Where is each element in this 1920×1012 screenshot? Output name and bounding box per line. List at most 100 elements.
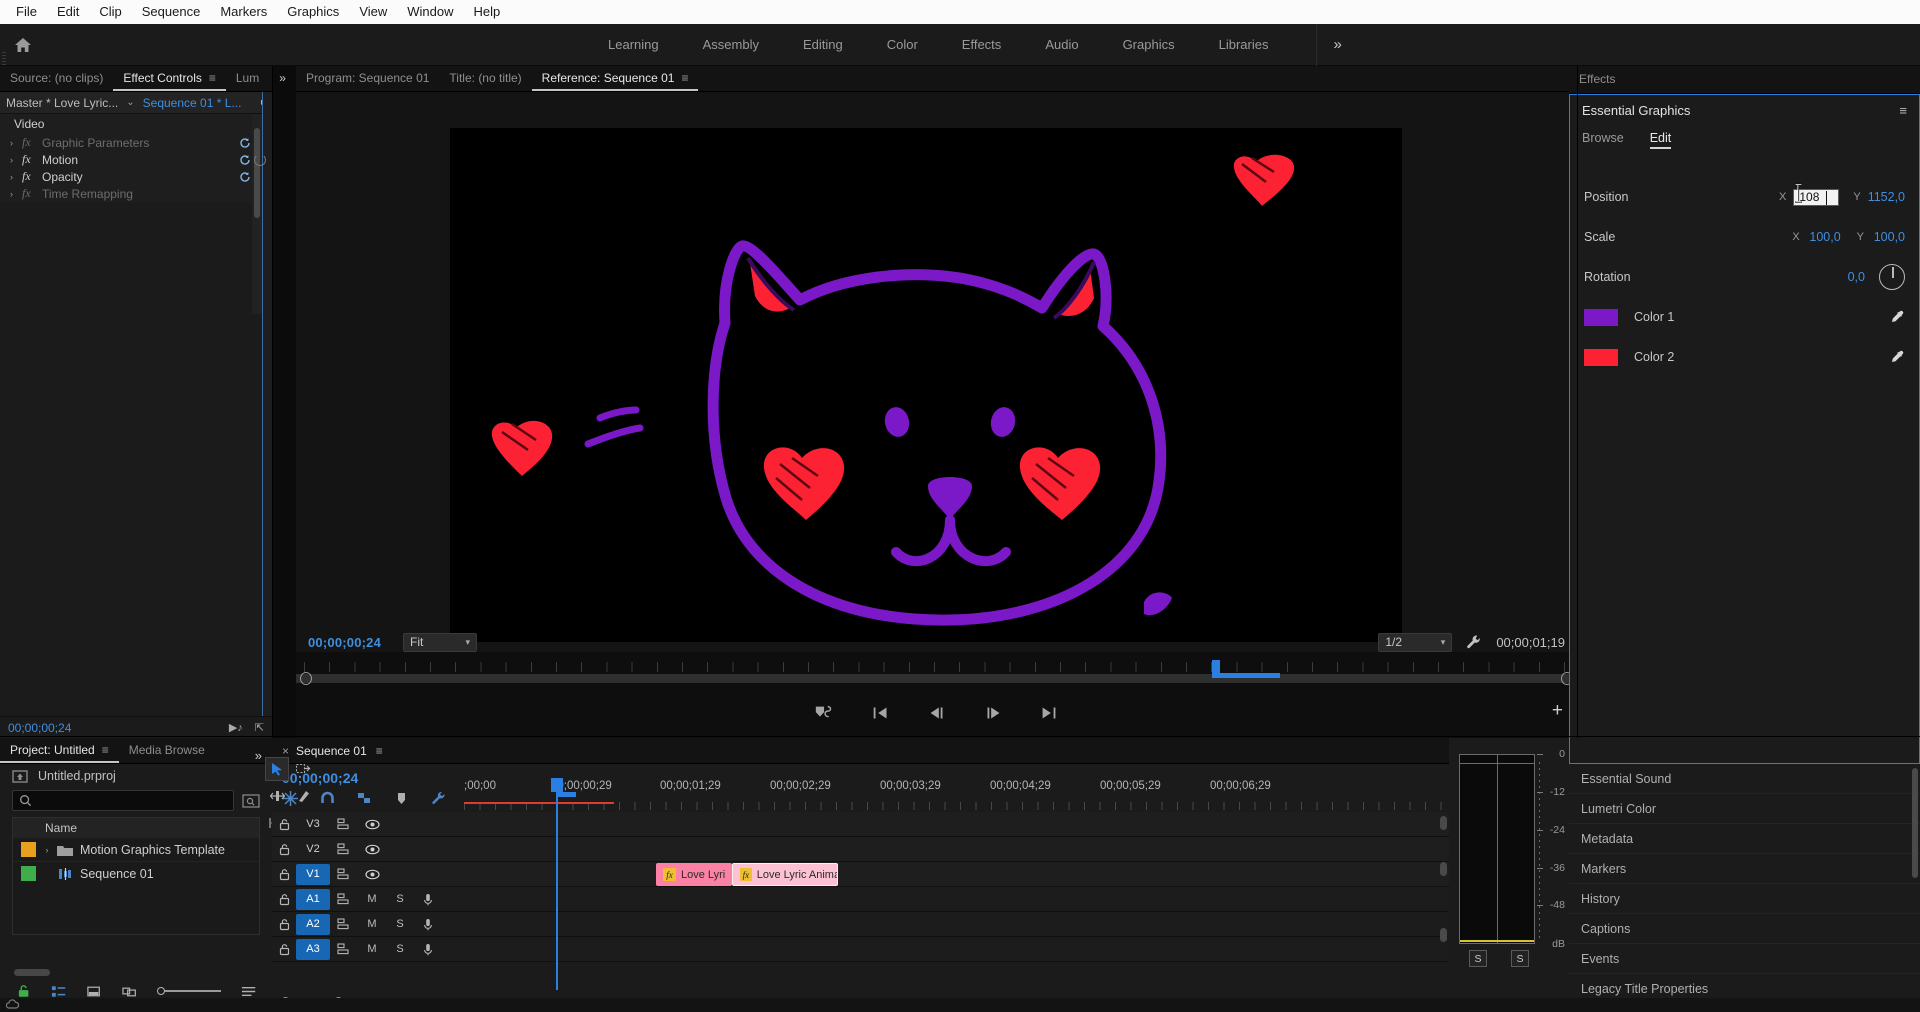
sync-lock-icon[interactable] xyxy=(330,818,358,830)
project-horizontal-scrollbar[interactable] xyxy=(14,969,50,976)
timeline-vertical-scrollbar[interactable] xyxy=(1440,816,1447,946)
track-a3[interactable]: A3 M S xyxy=(272,937,1449,962)
hamburger-icon[interactable]: ≡ xyxy=(102,743,109,757)
selection-tool[interactable] xyxy=(265,757,289,781)
button-editor-add[interactable]: + xyxy=(1552,700,1563,722)
panel-item-markers[interactable]: Markers xyxy=(1569,854,1920,884)
list-view-icon[interactable] xyxy=(51,984,66,999)
track-a2[interactable]: A2 M S xyxy=(272,912,1449,937)
panel-item-history[interactable]: History xyxy=(1569,884,1920,914)
home-button[interactable] xyxy=(0,24,46,66)
mic-icon[interactable] xyxy=(414,893,442,906)
lock-icon[interactable] xyxy=(272,843,296,856)
step-back-icon[interactable] xyxy=(926,703,948,723)
eye-icon[interactable] xyxy=(358,869,386,880)
go-to-out-icon[interactable] xyxy=(1038,703,1060,723)
panel-list-scrollbar[interactable] xyxy=(1912,768,1918,878)
panel-item-essential-sound[interactable]: Essential Sound xyxy=(1569,764,1920,794)
timeline-settings-icon[interactable] xyxy=(430,790,447,807)
tab-program-monitor[interactable]: Program: Sequence 01 xyxy=(296,65,439,91)
sync-lock-icon[interactable] xyxy=(330,868,358,880)
workspace-tab-editing[interactable]: Editing xyxy=(781,24,865,66)
timeline-clip[interactable]: fx Love Lyri xyxy=(656,863,732,886)
effect-row-time-remapping[interactable]: › fx Time Remapping xyxy=(0,185,261,202)
wrench-icon[interactable] xyxy=(1466,634,1482,650)
timeline-sequence-name[interactable]: Sequence 01 xyxy=(296,744,367,758)
scrollbar-thumb[interactable] xyxy=(1440,928,1447,942)
track-v2[interactable]: V2 xyxy=(272,837,1449,862)
menu-window[interactable]: Window xyxy=(397,1,463,23)
workspace-tab-audio[interactable]: Audio xyxy=(1023,24,1100,66)
play-audio-icon[interactable]: ▶♪ xyxy=(229,721,243,734)
lock-icon[interactable] xyxy=(272,893,296,906)
color-swatch-2[interactable] xyxy=(1584,348,1618,366)
close-icon[interactable]: × xyxy=(272,744,296,758)
menu-graphics[interactable]: Graphics xyxy=(277,1,349,23)
track-a1[interactable]: A1 M S xyxy=(272,887,1449,912)
solo-button-left[interactable]: S xyxy=(1469,950,1487,967)
options-icon[interactable] xyxy=(241,984,256,999)
tab-media-browser[interactable]: Media Browse xyxy=(119,737,215,763)
eyedropper-icon[interactable] xyxy=(1889,349,1905,365)
solo-button[interactable]: S xyxy=(386,918,414,930)
mic-icon[interactable] xyxy=(414,943,442,956)
navigate-up-icon[interactable] xyxy=(12,769,28,783)
track-v1[interactable]: V1 fx Love Lyri fx Love Lyric Animati xyxy=(272,862,1449,887)
track-name-v3[interactable]: V3 xyxy=(296,814,330,835)
mute-button[interactable]: M xyxy=(358,943,386,955)
zoom-slider-knob[interactable] xyxy=(156,987,165,995)
mute-button[interactable]: M xyxy=(358,893,386,905)
workspace-overflow-button[interactable]: » xyxy=(1316,23,1357,66)
freeform-view-icon[interactable] xyxy=(121,984,137,999)
track-v3[interactable]: V3 xyxy=(272,812,1449,837)
find-icon[interactable] xyxy=(242,793,260,809)
track-body[interactable] xyxy=(464,937,1449,961)
track-body[interactable] xyxy=(464,812,1449,836)
panel-divider[interactable] xyxy=(272,66,273,738)
sync-lock-icon[interactable] xyxy=(330,843,358,855)
eyedropper-icon[interactable] xyxy=(1889,309,1905,325)
menu-sequence[interactable]: Sequence xyxy=(132,1,211,23)
scrollbar-thumb[interactable] xyxy=(1440,816,1447,830)
chevron-down-icon[interactable]: ⌄ xyxy=(126,97,134,108)
panel-divider[interactable] xyxy=(0,736,1920,737)
lock-icon[interactable] xyxy=(16,984,31,999)
effect-row-graphic-parameters[interactable]: › fx Graphic Parameters xyxy=(0,134,261,151)
track-body[interactable]: fx Love Lyri fx Love Lyric Animati xyxy=(464,862,1449,886)
timeline-playhead[interactable] xyxy=(551,778,576,990)
playhead-knob[interactable] xyxy=(551,778,576,797)
playback-resolution-select[interactable]: 1/2 ▾ xyxy=(1378,632,1453,652)
workspace-tab-assembly[interactable]: Assembly xyxy=(681,24,781,66)
hamburger-icon[interactable]: ≡ xyxy=(209,71,216,85)
menu-edit[interactable]: Edit xyxy=(47,1,89,23)
scrubber-track[interactable] xyxy=(296,674,1577,683)
linked-selection-icon[interactable] xyxy=(356,790,373,807)
zoom-slider-track[interactable] xyxy=(164,990,221,992)
solo-button[interactable]: S xyxy=(386,893,414,905)
disclosure-triangle-icon[interactable]: › xyxy=(10,189,22,199)
track-name-v1[interactable]: V1 xyxy=(296,863,330,885)
position-y-value[interactable]: 1152,0 xyxy=(1868,190,1905,204)
tab-reference-monitor[interactable]: Reference: Sequence 01 ≡ xyxy=(532,65,699,91)
label-color-chip[interactable] xyxy=(21,866,36,881)
scrubber-in-point[interactable] xyxy=(300,672,312,685)
menu-markers[interactable]: Markers xyxy=(210,1,277,23)
step-forward-icon[interactable] xyxy=(982,703,1004,723)
effect-controls-overflow[interactable]: » xyxy=(269,65,296,91)
menu-file[interactable]: File xyxy=(6,1,47,23)
scale-x-value[interactable]: 100,0 xyxy=(1807,230,1840,244)
reset-icon[interactable] xyxy=(239,171,251,183)
tab-lumetri[interactable]: Lum xyxy=(226,65,269,91)
mute-button[interactable]: M xyxy=(358,918,386,930)
magnet-icon[interactable] xyxy=(319,790,336,807)
solo-button[interactable]: S xyxy=(386,943,414,955)
track-body[interactable] xyxy=(464,837,1449,861)
effect-controls-scrollbar[interactable] xyxy=(252,114,262,314)
disclosure-triangle-icon[interactable]: › xyxy=(10,172,22,182)
timeline-ruler[interactable]: ;00;00 00;00;00;29 00;00;01;29 00;00;02;… xyxy=(464,780,1449,802)
tab-source[interactable]: Source: (no clips) xyxy=(0,65,113,91)
search-input[interactable] xyxy=(12,790,234,811)
tab-title-monitor[interactable]: Title: (no title) xyxy=(439,65,531,91)
reset-icon[interactable] xyxy=(239,154,251,166)
zoom-level-select[interactable]: Fit ▾ xyxy=(403,632,478,652)
